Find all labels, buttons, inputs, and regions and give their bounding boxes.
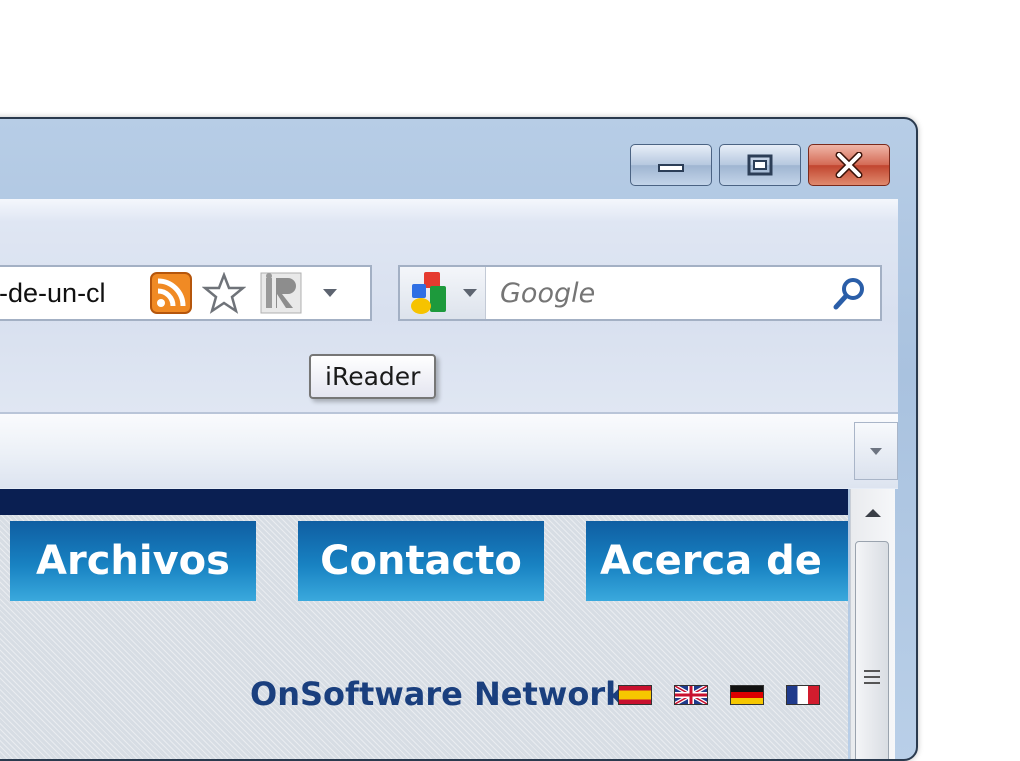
address-bar[interactable]: o-de-un-cl [0, 265, 372, 321]
ireader-tooltip: iReader [309, 354, 437, 399]
vertical-scrollbar[interactable] [850, 489, 895, 759]
union-jack-icon [674, 684, 708, 706]
title-bar [0, 119, 916, 199]
minimize-button[interactable] [630, 144, 712, 186]
restore-icon [747, 154, 773, 176]
close-button[interactable] [808, 144, 890, 186]
toolbar-overflow-button[interactable] [854, 422, 898, 480]
command-bar [0, 412, 898, 488]
close-icon [835, 152, 863, 178]
uk-flag[interactable] [674, 684, 708, 706]
address-text[interactable]: o-de-un-cl [0, 278, 144, 309]
favorite-star-icon[interactable] [202, 272, 246, 314]
maximize-button[interactable] [719, 144, 801, 186]
page-content: Archivos Contacto Acerca de OnSoftware N… [0, 489, 848, 759]
search-box[interactable] [398, 265, 882, 321]
ireader-icon[interactable] [260, 272, 302, 314]
provider-dropdown-icon [463, 289, 477, 297]
search-provider-button[interactable] [400, 267, 486, 319]
search-input[interactable] [498, 276, 832, 310]
spanish-flag[interactable] [618, 685, 652, 705]
minimize-icon [658, 164, 684, 172]
network-label[interactable]: OnSoftware Network [250, 675, 626, 713]
browser-window: o-de-un-cl [0, 117, 918, 761]
address-dropdown-icon[interactable] [322, 288, 338, 298]
german-flag[interactable] [730, 685, 764, 705]
rss-feed-icon[interactable] [150, 272, 192, 314]
search-icon[interactable] [832, 275, 868, 311]
scroll-thumb[interactable] [855, 541, 889, 759]
nav-tab-contacto[interactable]: Contacto [298, 521, 544, 601]
grip-line [864, 682, 880, 684]
grip-line [864, 676, 880, 678]
chevron-down-icon [870, 447, 882, 455]
nav-tab-archivos[interactable]: Archivos [10, 521, 256, 601]
grip-line [864, 670, 880, 672]
french-flag[interactable] [786, 685, 820, 705]
google-logo-icon [411, 272, 446, 314]
nav-tab-acerca-de[interactable]: Acerca de [586, 521, 848, 601]
scroll-up-button[interactable] [851, 489, 895, 537]
arrow-up-icon [865, 509, 881, 517]
